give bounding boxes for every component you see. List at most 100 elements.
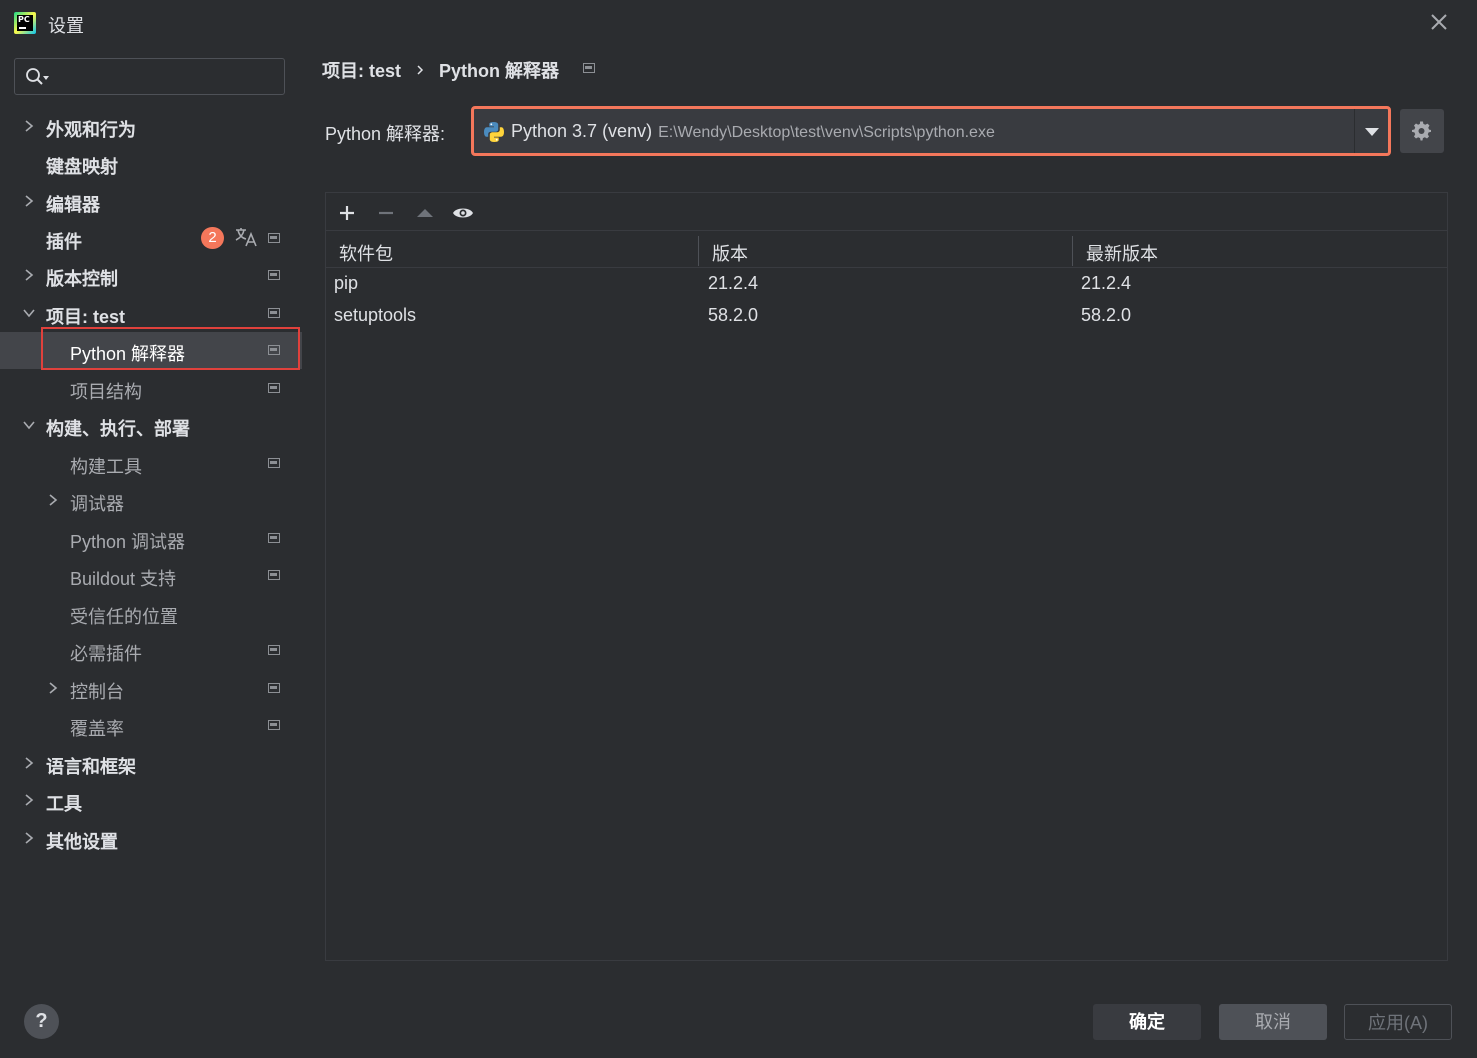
search-icon — [26, 68, 49, 85]
packages-panel: 软件包 版本 最新版本 pip 21.2.4 21.2.4 setuptools… — [325, 192, 1448, 961]
interpreter-name: Python 3.7 (venv) — [511, 121, 653, 141]
sidebar-item-label: Python 调试器 — [70, 532, 186, 552]
project-scope-icon — [268, 645, 280, 655]
sidebar-item-project[interactable]: 项目: test — [0, 295, 302, 332]
package-name: pip — [334, 273, 359, 293]
sidebar-item-editor[interactable]: 编辑器 — [0, 183, 302, 220]
interpreter-dropdown[interactable]: Python 3.7 (venv) E:\Wendy\Desktop\test\v… — [471, 106, 1391, 156]
sidebar-item-label: 插件 — [46, 232, 82, 252]
column-header-latest-version[interactable]: 最新版本 — [1086, 240, 1158, 266]
breadcrumb-project[interactable]: 项目: test — [322, 57, 401, 83]
project-scope-icon — [268, 383, 280, 393]
column-divider — [698, 236, 699, 266]
ok-button[interactable]: 确定 — [1093, 1004, 1201, 1040]
sidebar-item-buildout[interactable]: Buildout 支持 — [0, 557, 302, 594]
sidebar-item-console[interactable]: 控制台 — [0, 670, 302, 707]
project-scope-icon — [268, 233, 280, 243]
sidebar-item-label: 其他设置 — [46, 832, 118, 852]
sidebar-item-coverage[interactable]: 覆盖率 — [0, 707, 302, 744]
python-logo-icon — [484, 122, 504, 142]
sidebar-item-label: 工具 — [46, 794, 82, 814]
package-name: setuptools — [334, 305, 417, 325]
sidebar-item-tools[interactable]: 工具 — [0, 782, 302, 819]
sidebar-item-vcs[interactable]: 版本控制 — [0, 257, 302, 294]
remove-icon[interactable] — [374, 201, 398, 225]
interpreter-label: Python 解释器: — [325, 124, 446, 144]
chevron-right-icon — [25, 269, 34, 281]
chevron-right-icon — [25, 195, 34, 207]
search-input[interactable] — [55, 63, 275, 90]
project-scope-icon — [583, 63, 595, 73]
chevron-down-icon — [23, 421, 35, 430]
gear-icon — [1412, 121, 1431, 141]
interpreter-path: E:\Wendy\Desktop\test\venv\Scripts\pytho… — [658, 124, 995, 141]
translate-icon — [235, 228, 257, 247]
add-icon[interactable] — [335, 201, 359, 225]
sidebar-item-label: 构建工具 — [70, 457, 142, 477]
apply-button[interactable]: 应用(A) — [1344, 1004, 1452, 1040]
project-scope-icon — [268, 533, 280, 543]
chevron-down-icon — [23, 309, 35, 318]
sidebar-item-label: Buildout 支持 — [70, 569, 177, 589]
sidebar-item-python-interpreter[interactable]: Python 解释器 — [0, 332, 302, 369]
sidebar-item-label: 编辑器 — [46, 195, 100, 215]
package-latest-version: 21.2.4 — [1081, 273, 1132, 293]
sidebar-item-label: 版本控制 — [46, 269, 118, 289]
search-field[interactable] — [14, 58, 285, 95]
sidebar-item-label: 控制台 — [70, 682, 124, 702]
sidebar-item-label: 项目: test — [46, 307, 126, 327]
sidebar-item-required-plugins[interactable]: 必需插件 — [0, 632, 302, 669]
breadcrumb-page: Python 解释器 — [439, 61, 560, 81]
column-header-version[interactable]: 版本 — [712, 240, 748, 266]
sidebar-item-label: 外观和行为 — [46, 120, 136, 140]
interpreter-settings-button[interactable] — [1400, 109, 1444, 153]
upgrade-icon[interactable] — [413, 201, 437, 225]
cancel-button[interactable]: 取消 — [1219, 1004, 1327, 1040]
sidebar-item-other-settings[interactable]: 其他设置 — [0, 820, 302, 857]
table-row[interactable]: setuptools 58.2.0 58.2.0 — [326, 300, 1447, 332]
dropdown-arrow-icon[interactable] — [1354, 109, 1388, 153]
sidebar-item-label: 受信任的位置 — [70, 607, 178, 627]
sidebar-item-label: 调试器 — [70, 494, 124, 514]
sidebar-item-label: 构建、执行、部署 — [46, 419, 190, 439]
sidebar-item-build-execution[interactable]: 构建、执行、部署 — [0, 407, 302, 444]
project-scope-icon — [268, 458, 280, 468]
chevron-right-icon — [49, 494, 58, 506]
sidebar-item-appearance[interactable]: 外观和行为 — [0, 108, 302, 145]
sidebar-item-label: 项目结构 — [70, 382, 142, 402]
pycharm-logo-icon: PC — [14, 12, 36, 34]
title-bar: PC 设置 — [0, 0, 1477, 46]
help-button[interactable]: ? — [24, 1004, 59, 1039]
breadcrumb: 项目: test Python 解释器 — [322, 57, 595, 83]
package-version: 58.2.0 — [708, 305, 759, 325]
table-row[interactable]: pip 21.2.4 21.2.4 — [326, 268, 1447, 300]
chevron-right-icon — [25, 120, 34, 132]
project-scope-icon — [268, 683, 280, 693]
sidebar-item-label: 必需插件 — [70, 644, 142, 664]
column-divider — [1072, 236, 1073, 266]
sidebar-item-build-tools[interactable]: 构建工具 — [0, 445, 302, 482]
sidebar-item-label: Python 解释器 — [70, 344, 186, 364]
column-header-package[interactable]: 软件包 — [339, 240, 393, 266]
window-title: 设置 — [48, 16, 84, 36]
sidebar-item-python-debugger[interactable]: Python 调试器 — [0, 520, 302, 557]
sidebar-item-languages[interactable]: 语言和框架 — [0, 745, 302, 782]
package-latest-version: 58.2.0 — [1081, 305, 1132, 325]
chevron-right-icon — [25, 832, 34, 844]
eye-icon[interactable] — [451, 201, 475, 225]
package-version: 21.2.4 — [708, 273, 759, 293]
sidebar-item-trusted-locations[interactable]: 受信任的位置 — [0, 595, 302, 632]
plugin-updates-badge: 2 — [201, 227, 224, 249]
packages-toolbar — [326, 193, 1447, 231]
sidebar-item-debugger[interactable]: 调试器 — [0, 482, 302, 519]
chevron-right-icon — [49, 682, 58, 694]
project-scope-icon — [268, 570, 280, 580]
close-icon[interactable] — [1427, 10, 1451, 34]
sidebar-item-project-structure[interactable]: 项目结构 — [0, 370, 302, 407]
project-scope-icon — [268, 270, 280, 280]
chevron-right-icon — [25, 794, 34, 806]
project-scope-icon — [268, 345, 280, 355]
sidebar-item-keymap[interactable]: 键盘映射 — [0, 145, 302, 182]
chevron-right-icon — [25, 757, 34, 769]
project-scope-icon — [268, 720, 280, 730]
